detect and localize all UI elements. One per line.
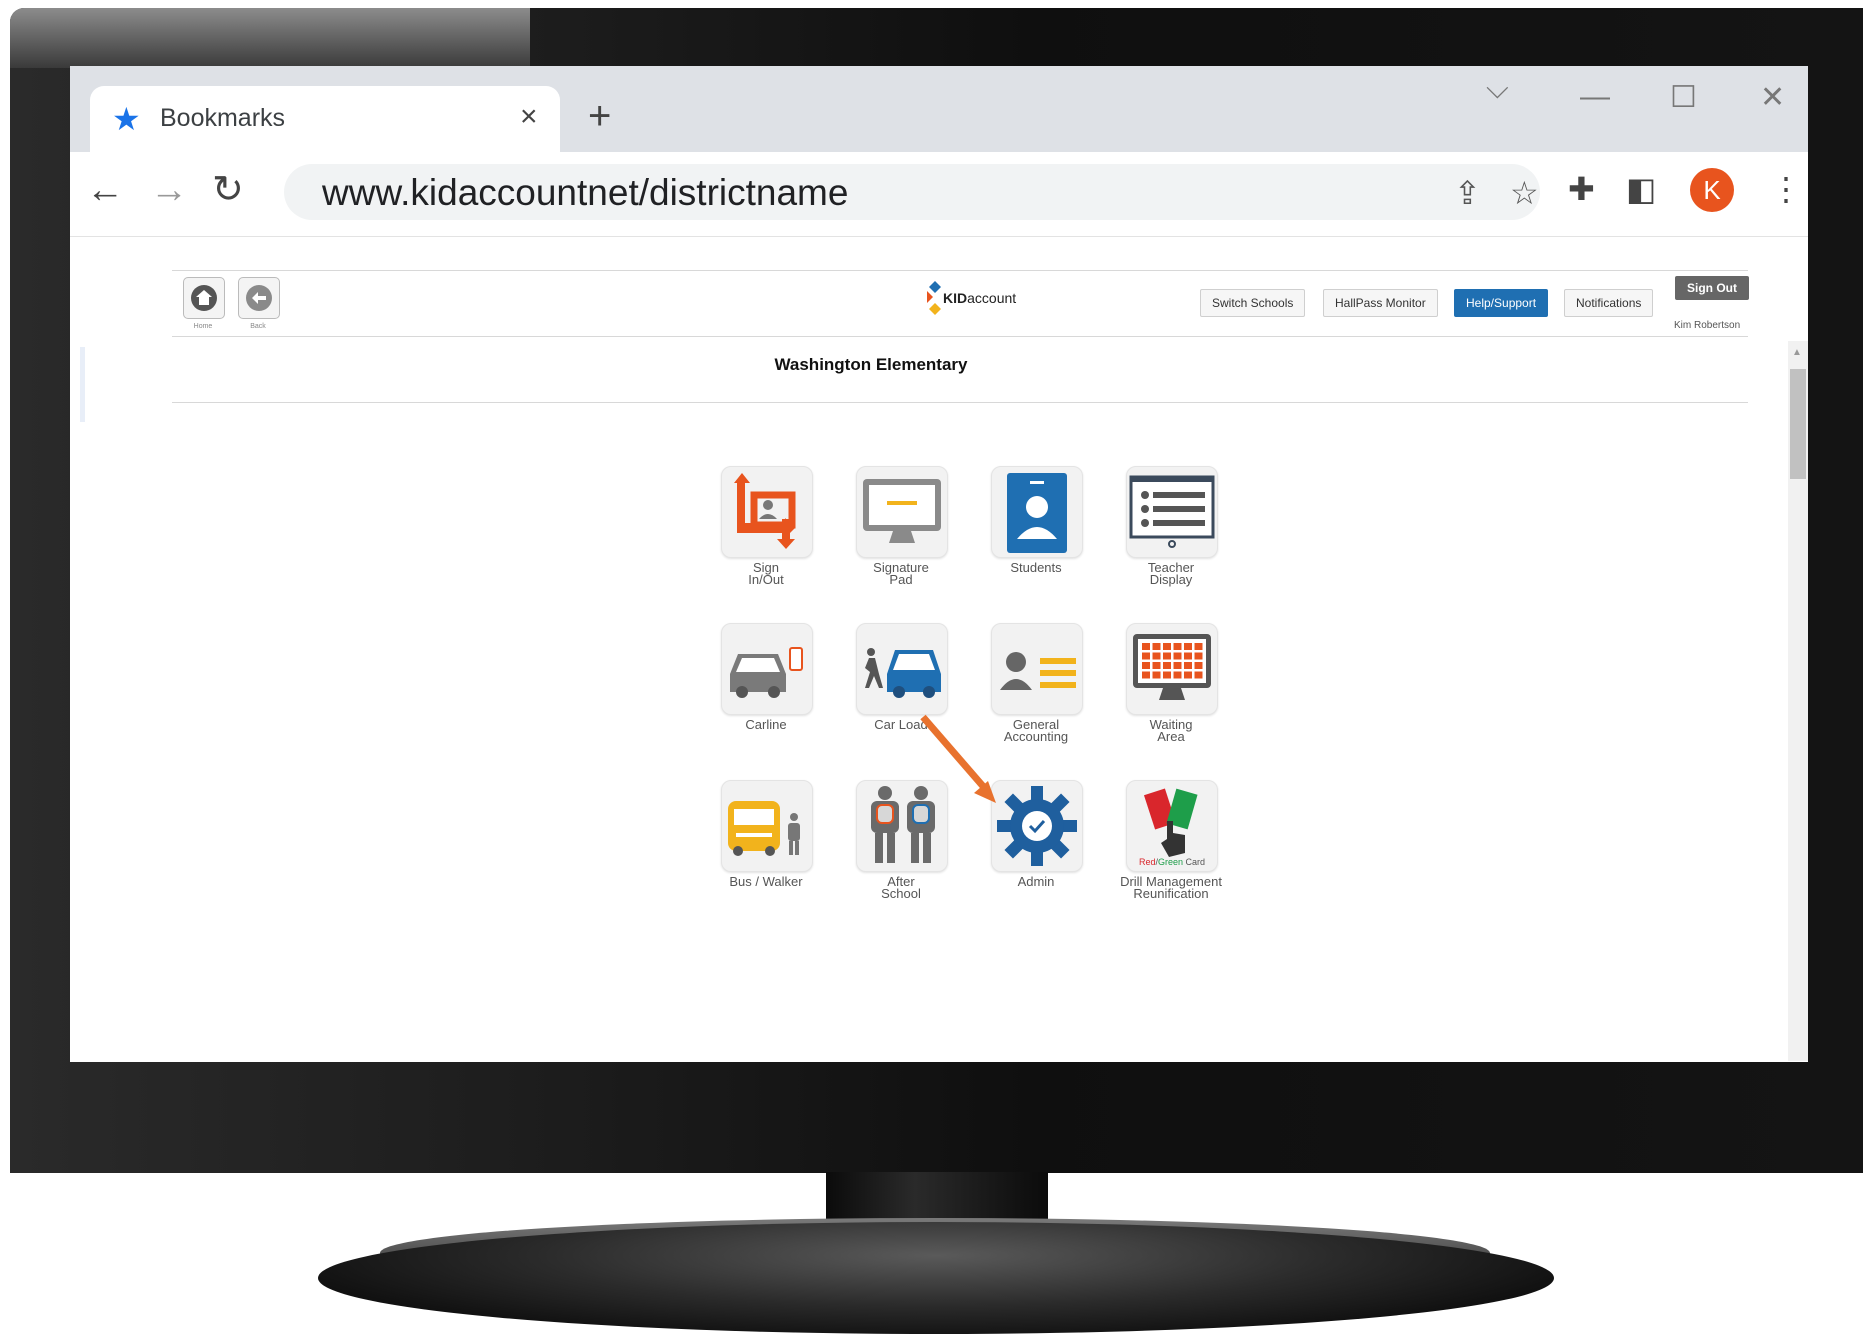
url-text[interactable]: www.kidaccountnet/districtname	[322, 172, 848, 214]
monitor-gloss	[10, 8, 530, 68]
browser-toolbar: ← → ↻ www.kidaccountnet/districtname ⇪ ☆…	[70, 152, 1808, 237]
star-icon: ★	[112, 101, 141, 137]
extensions-icon[interactable]: ✚	[1568, 170, 1595, 208]
new-tab-button[interactable]: +	[588, 96, 611, 136]
back-arrow-icon[interactable]: ←	[86, 170, 124, 210]
minimize-icon[interactable]: —	[1580, 80, 1610, 114]
maximize-icon[interactable]: ☐	[1670, 80, 1697, 115]
tab-search-chevron-icon[interactable]: ⌵	[1486, 72, 1509, 106]
address-bar[interactable]: www.kidaccountnet/districtname ⇪ ☆	[284, 164, 1540, 220]
tab-close-icon[interactable]: ×	[520, 100, 538, 134]
side-panel-icon[interactable]: ◧	[1626, 170, 1656, 208]
tab-strip: ★ Bookmarks × + ⌵ — ☐ ✕	[70, 66, 1808, 152]
browser-window: ★ Bookmarks × + ⌵ — ☐ ✕ ← → ↻ www.kidacc…	[70, 66, 1808, 1062]
page-content: Home Back KIDaccount Switch Schools Hall…	[70, 237, 1808, 1062]
share-icon[interactable]: ⇪	[1454, 174, 1481, 212]
kebab-menu-icon[interactable]: ⋮	[1770, 170, 1802, 208]
monitor-stand-base	[318, 1222, 1554, 1334]
close-icon[interactable]: ✕	[1760, 80, 1785, 115]
annotation-arrow	[920, 714, 996, 803]
profile-avatar[interactable]: K	[1690, 168, 1734, 212]
tab-bookmarks[interactable]: ★ Bookmarks ×	[90, 86, 560, 152]
forward-arrow-icon[interactable]: →	[150, 170, 188, 210]
reload-icon[interactable]: ↻	[212, 170, 244, 210]
bookmark-star-icon[interactable]: ☆	[1510, 174, 1539, 212]
tab-title: Bookmarks	[160, 104, 286, 132]
